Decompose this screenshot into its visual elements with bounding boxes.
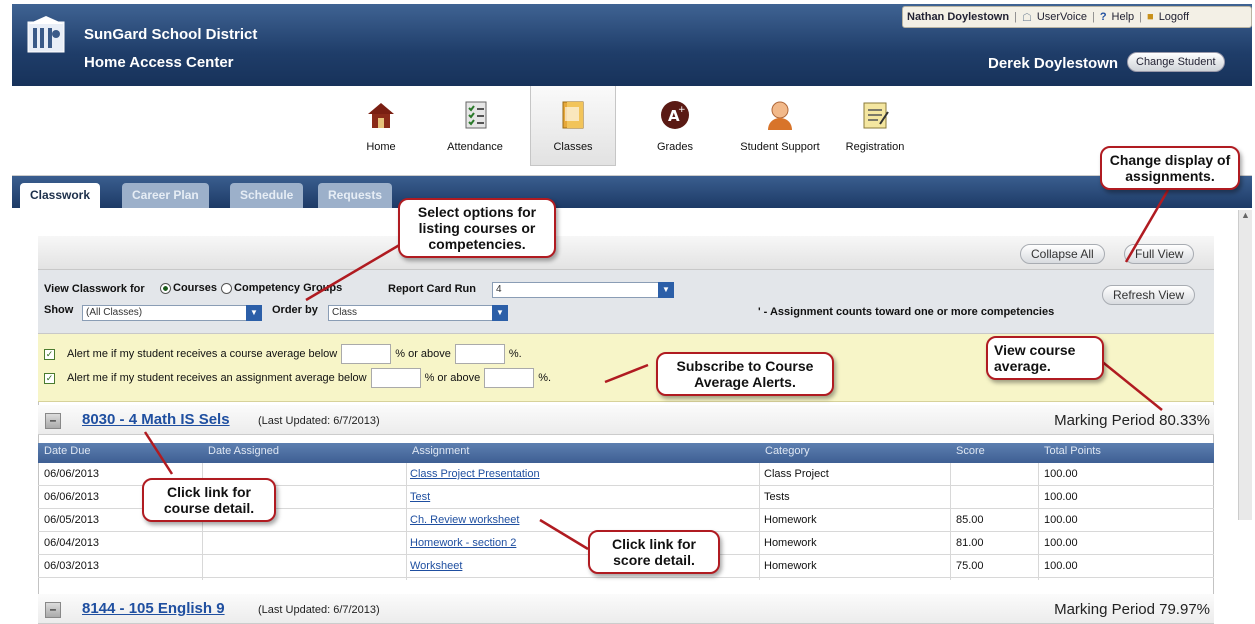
callout-course-average: View course average. bbox=[986, 336, 1104, 380]
callout-score-detail: Click link for score detail. bbox=[588, 530, 720, 574]
callout-subscribe-alerts: Subscribe to Course Average Alerts. bbox=[656, 352, 834, 396]
callout-change-display: Change display of assignments. bbox=[1100, 146, 1240, 190]
callout-course-detail: Click link for course detail. bbox=[142, 478, 276, 522]
callout-select-options: Select options for listing courses or co… bbox=[398, 198, 556, 258]
